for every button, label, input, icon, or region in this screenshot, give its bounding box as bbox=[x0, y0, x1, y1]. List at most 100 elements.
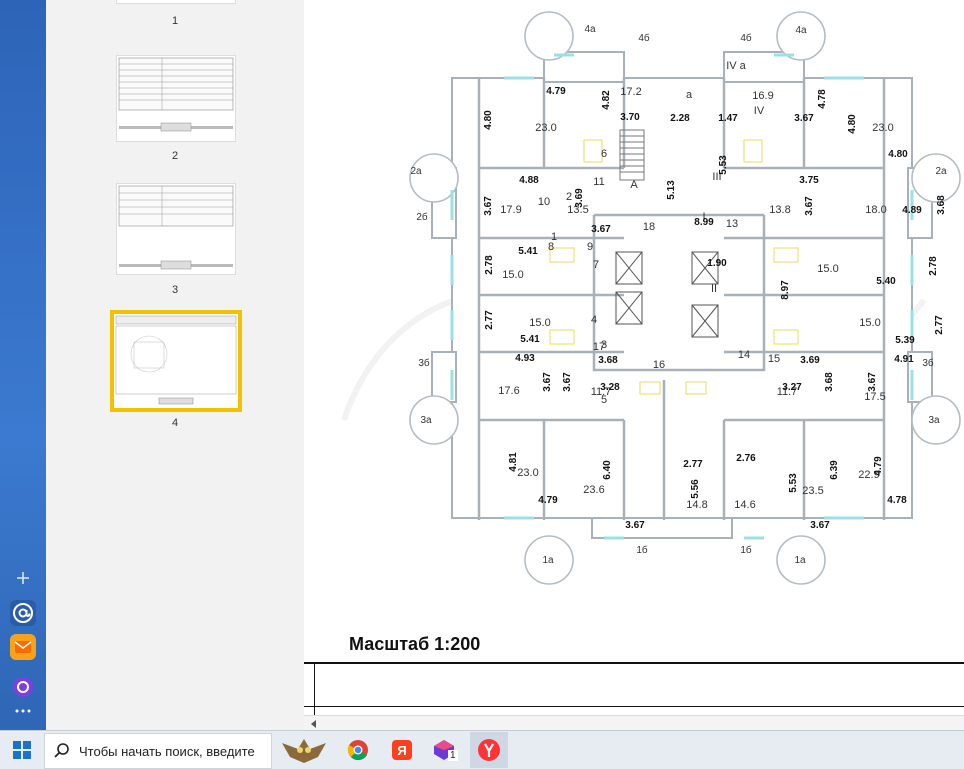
search-placeholder: Чтобы начать поиск, введите bbox=[79, 743, 255, 759]
room_numbers-label: 15 bbox=[768, 353, 780, 365]
yandex-icon[interactable]: Я bbox=[386, 734, 418, 766]
dimension_labels-label: 4.79 bbox=[538, 495, 558, 506]
dimension_labels-label: 5.41 bbox=[518, 246, 538, 257]
balcony_labels-label: 4б bbox=[638, 32, 650, 44]
area_labels-label: 23.6 bbox=[583, 484, 604, 496]
stair_labels-label: IV bbox=[754, 105, 765, 117]
page-thumbnail-1[interactable] bbox=[116, 0, 236, 4]
room_numbers-label: 18 bbox=[643, 221, 655, 233]
dimension_labels-label: 5.53 bbox=[718, 155, 729, 175]
area_labels-label: 15.0 bbox=[502, 269, 523, 281]
dimension_labels-label: 2.28 bbox=[670, 113, 690, 124]
dimension_labels-label: 4.89 bbox=[902, 205, 922, 216]
dimension_labels-label: 4.91 bbox=[894, 354, 914, 365]
left-app-bar bbox=[0, 0, 46, 730]
dimension_labels-label: 4.81 bbox=[508, 452, 519, 472]
area_labels-label: 14.8 bbox=[686, 499, 707, 511]
balcony_labels-label: 1б bbox=[636, 544, 648, 556]
balcony_labels-label: 4a bbox=[584, 24, 596, 35]
dimension_labels-label: 5.53 bbox=[788, 473, 799, 493]
balcony_labels-label: 4a bbox=[795, 25, 807, 36]
dimension_labels-label: 2.78 bbox=[928, 256, 939, 276]
dimension_labels-label: 3.67 bbox=[794, 113, 814, 124]
page-thumbnail-label: 2 bbox=[171, 150, 179, 162]
room_numbers-label: 8 bbox=[548, 241, 554, 253]
document-page: IV a a A I II III IV 1 2 3 4 5 6 7 8 9 10 11 13 14 15 16 17 18… bbox=[304, 0, 964, 715]
dimension_labels-label: 3.67 bbox=[804, 196, 815, 216]
badge-count: 1 bbox=[448, 750, 458, 761]
alice-icon[interactable] bbox=[10, 674, 36, 700]
frame-line bbox=[304, 662, 964, 664]
taskbar-search[interactable]: Чтобы начать поиск, введите bbox=[44, 733, 272, 769]
balcony_labels-label: 3a bbox=[420, 415, 432, 426]
plus-icon[interactable] bbox=[10, 565, 36, 591]
mail-at-icon[interactable] bbox=[10, 600, 36, 626]
balcony_labels-label: 3a bbox=[928, 415, 940, 426]
page-thumbnail-2[interactable] bbox=[116, 55, 236, 142]
envelope-icon[interactable] bbox=[10, 634, 36, 660]
balcony_labels-label: 1б bbox=[740, 544, 752, 556]
chrome-icon[interactable] bbox=[342, 734, 374, 766]
dimension_labels-label: 4.93 bbox=[515, 353, 535, 364]
dimension_labels-label: 4.82 bbox=[601, 90, 612, 110]
balcony_labels-label: 3б bbox=[922, 357, 934, 369]
dimension_labels-label: 6.40 bbox=[602, 460, 613, 480]
dimension_labels-label: 4.78 bbox=[817, 89, 828, 109]
thumbnail-pane[interactable]: 1 2 3 4 bbox=[46, 0, 305, 730]
room_numbers-label: 14 bbox=[738, 349, 750, 361]
dimension_labels-label: 3.68 bbox=[824, 372, 835, 392]
stair_labels-label: A bbox=[630, 179, 638, 191]
yandex-browser-icon[interactable] bbox=[470, 732, 508, 768]
floor-plan: IV aaAIIIIIIIV 12345678 910111314 15161718… bbox=[341, 11, 961, 585]
dimension_labels-label: 8.97 bbox=[780, 280, 791, 300]
room_numbers-label: 13 bbox=[726, 218, 738, 230]
dimension_labels-label: 3.28 bbox=[600, 382, 620, 393]
dimension_labels-label: 3.67 bbox=[810, 520, 830, 531]
windows-icon[interactable] bbox=[6, 734, 38, 766]
dimension_labels-label: 5.39 bbox=[895, 335, 915, 346]
area_labels-label: 18.0 bbox=[865, 204, 886, 216]
dimension_labels-label: 3.67 bbox=[591, 224, 611, 235]
dimension_labels-label: 2.77 bbox=[934, 315, 945, 335]
dimension_labels-label: 3.67 bbox=[562, 372, 573, 392]
area_labels-label: 23.0 bbox=[517, 467, 538, 479]
scroll-left-icon[interactable] bbox=[308, 718, 320, 730]
dimension_labels-label: 5.40 bbox=[876, 276, 896, 287]
more-icon[interactable] bbox=[10, 702, 36, 720]
room_numbers-label: 11 bbox=[593, 176, 604, 188]
owl-widget-icon[interactable] bbox=[276, 734, 332, 766]
page-thumbnail-label: 3 bbox=[171, 284, 179, 296]
dimension_labels-label: 3.68 bbox=[936, 195, 947, 215]
area_labels-label: 15.0 bbox=[817, 263, 838, 275]
frame-line bbox=[314, 664, 315, 715]
dimension_labels-label: 4.78 bbox=[887, 495, 907, 506]
dimension_labels-label: 3.75 bbox=[799, 175, 819, 186]
area_labels-label: 23.0 bbox=[535, 122, 556, 134]
dimension_labels-label: 6.39 bbox=[829, 460, 840, 480]
stair_labels-label: II bbox=[711, 283, 717, 295]
room_numbers-label: 9 bbox=[587, 241, 593, 253]
horizontal-scrollbar[interactable] bbox=[304, 715, 964, 731]
office-icon[interactable]: 1 bbox=[428, 734, 460, 766]
dimension_labels-label: 8.99 bbox=[694, 217, 714, 228]
dimension_labels-label: 3.27 bbox=[782, 382, 802, 393]
room_numbers-label: 4 bbox=[591, 314, 597, 326]
dimension_labels-label: 4.88 bbox=[519, 175, 539, 186]
room_numbers-label: 10 bbox=[538, 196, 550, 208]
balcony_labels-label: 1a bbox=[542, 555, 554, 566]
page-thumbnail-4-selected[interactable] bbox=[110, 310, 242, 412]
dimension_labels-label: 1.90 bbox=[707, 258, 727, 269]
dimension_labels-label: 5.13 bbox=[666, 180, 677, 200]
balcony_labels-label: 2a bbox=[410, 166, 422, 177]
page-thumbnail-3[interactable] bbox=[116, 183, 236, 275]
area_labels-label: 14.6 bbox=[734, 499, 755, 511]
balcony_labels-label: 2б bbox=[416, 211, 428, 223]
scale-label: Масштаб 1:200 bbox=[349, 634, 481, 654]
room_numbers-label: 7 bbox=[593, 259, 599, 271]
area_labels-label: 13.8 bbox=[769, 204, 790, 216]
dimension_labels-label: 2.77 bbox=[484, 310, 495, 330]
room_numbers-label: 6 bbox=[601, 148, 607, 160]
document-viewer-window: 1 2 3 4 IV a a A I II III IV 1 2 3 4 5 6… bbox=[46, 0, 964, 731]
balcony_labels-label: 4б bbox=[740, 32, 752, 44]
area_labels-label: 17.2 bbox=[620, 86, 641, 98]
